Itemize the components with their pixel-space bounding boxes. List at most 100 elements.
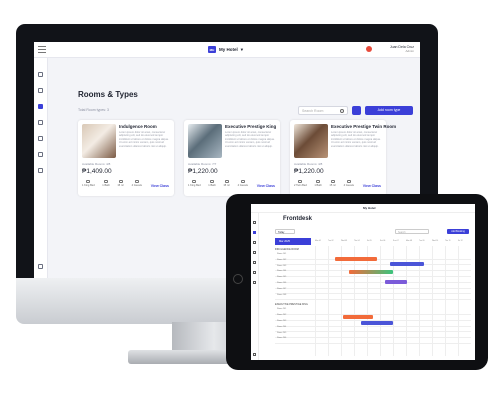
today-pill[interactable]: Today [275, 229, 295, 234]
reports-icon[interactable] [38, 152, 43, 157]
calendar-icon[interactable] [38, 88, 43, 93]
room-image [82, 124, 116, 158]
feature-item: 15 m² [117, 180, 124, 187]
room-type-name: Executive Prestige King [225, 124, 277, 129]
tablet-page-title: Frontdesk [283, 216, 313, 222]
room-row-label: Room 103 [277, 264, 287, 267]
search-icon [340, 109, 344, 113]
area-icon [330, 180, 335, 183]
feature-item: 2 Twin Bed [294, 180, 307, 187]
tablet-analytics-icon[interactable] [253, 281, 256, 284]
day-label: Wed 10 [432, 240, 439, 242]
area-icon [224, 180, 229, 183]
room-price: ₱1,220.00 [188, 168, 218, 175]
room-row-label: Room 205 [277, 331, 287, 334]
hotel-logo: MH [208, 46, 216, 53]
booking-bar[interactable] [335, 257, 377, 261]
feature-label: 15 m² [329, 184, 337, 187]
tablet-reports-icon[interactable] [253, 271, 256, 274]
user-info[interactable]: Juan Dela Cruz Admin [390, 45, 414, 53]
user-role: Admin [405, 49, 414, 53]
tablet-documents-icon[interactable] [253, 261, 256, 264]
day-label: Tue 09 [419, 240, 425, 242]
day-label: Thu 04 [354, 240, 360, 242]
day-label: Fri 05 [367, 240, 372, 242]
room-type-name: Executive Prestige Twin Room [331, 124, 397, 129]
tablet-rooms-icon[interactable] [253, 241, 256, 244]
room-row-label: Room 104 [277, 270, 287, 273]
room-features: 1 King Bed 1 Bath 15 m² 4 Guests [82, 180, 142, 187]
available-rooms: Available Rooms: 4/8 [82, 162, 111, 166]
feature-label: 4 Guests [237, 184, 248, 187]
room-type-card[interactable]: Executive Prestige Twin Room Lorem ipsum… [290, 120, 396, 196]
room-row-label: Room 105 [277, 276, 287, 279]
guests-icon [134, 180, 139, 183]
guests-icon[interactable] [38, 120, 43, 125]
booking-bar[interactable] [390, 262, 424, 266]
booking-bar[interactable] [361, 321, 393, 325]
add-room-type-button[interactable]: Add room type [365, 106, 413, 115]
room-type-card[interactable]: Indulgence Room Lorem ipsum dolor sit am… [78, 120, 174, 196]
hotel-selector[interactable]: MH My Hotel ▾ [208, 46, 243, 53]
user-avatar[interactable] [366, 46, 372, 52]
area-icon [118, 180, 123, 183]
settings-icon[interactable] [38, 264, 43, 269]
tablet-top-bar: My Hotel [251, 204, 475, 213]
tablet-calendar-icon[interactable] [253, 231, 256, 234]
sidebar [34, 58, 48, 278]
filter-button[interactable] [352, 106, 361, 115]
tablet-search-input[interactable]: Search [395, 229, 429, 234]
view-class-link[interactable]: View Class [257, 184, 275, 188]
dashboard-icon[interactable] [38, 72, 43, 77]
tablet-settings-icon[interactable] [253, 353, 256, 356]
add-booking-button[interactable]: Add Booking [447, 229, 469, 234]
room-row-label: Room 204 [277, 325, 287, 328]
day-label: Fri 12 [458, 240, 463, 242]
room-group-header[interactable]: INDULGENCE ROOM [275, 248, 299, 251]
booking-bar[interactable] [349, 270, 393, 274]
tablet-dashboard-icon[interactable] [253, 221, 256, 224]
tablet-guests-icon[interactable] [253, 251, 256, 254]
search-placeholder: Search Room [302, 109, 324, 113]
analytics-icon[interactable] [38, 168, 43, 173]
room-features: 1 King Bed 1 Bath 15 m² 4 Guests [188, 180, 248, 187]
total-room-types: Total Room types: 3 [78, 108, 109, 112]
room-row-label: Room 201 [277, 308, 287, 311]
hamburger-menu-icon[interactable] [38, 46, 46, 53]
day-label: Tue 02 [328, 240, 334, 242]
room-row-label: Room 101 [277, 253, 287, 255]
feature-item: 1 King Bed [82, 180, 95, 187]
guests-icon [240, 180, 245, 183]
tablet-hotel-name[interactable]: My Hotel [363, 206, 376, 210]
booking-bar[interactable] [343, 315, 373, 319]
room-features: 2 Twin Bed 1 Bath 15 m² 4 Guests [294, 180, 354, 187]
guests-icon [346, 180, 351, 183]
feature-item: 15 m² [223, 180, 230, 187]
room-row-label: Room 206 [277, 337, 287, 340]
documents-icon[interactable] [38, 136, 43, 141]
feature-label: 1 King Bed [82, 184, 95, 187]
search-input[interactable]: Search Room [298, 106, 348, 115]
day-header: Mon 01 Tue 02 Wed 03 Thu 04 Fri 05 Sat 06 Sun … [315, 238, 471, 245]
month-selector[interactable]: Mar 2025 [275, 238, 311, 245]
view-class-link[interactable]: View Class [151, 184, 169, 188]
room-row-label: Room 108 [277, 293, 287, 296]
feature-item: 1 Bath [314, 180, 322, 187]
available-rooms: Available Rooms: 7/7 [188, 162, 217, 166]
home-button [233, 274, 243, 284]
hotel-name: My Hotel [219, 47, 238, 52]
rooms-icon[interactable] [38, 104, 43, 109]
bed-icon [192, 180, 197, 183]
feature-item: 1 Bath [208, 180, 216, 187]
room-row-label: Room 107 [277, 287, 287, 290]
room-group-header[interactable]: EXECUTIVE PRESTIGE KING [275, 303, 308, 306]
room-row-label: Room 106 [277, 282, 287, 284]
booking-bar[interactable] [385, 280, 407, 284]
feature-item: 4 Guests [238, 180, 248, 187]
room-type-card[interactable]: Executive Prestige King Lorem ipsum dolo… [184, 120, 280, 196]
feature-label: 4 Guests [343, 184, 354, 187]
day-label: Sun 07 [393, 240, 399, 242]
bath-icon [316, 180, 321, 183]
view-class-link[interactable]: View Class [363, 184, 381, 188]
tablet-device: My Hotel Frontdesk Today Search Add Book… [226, 194, 488, 370]
